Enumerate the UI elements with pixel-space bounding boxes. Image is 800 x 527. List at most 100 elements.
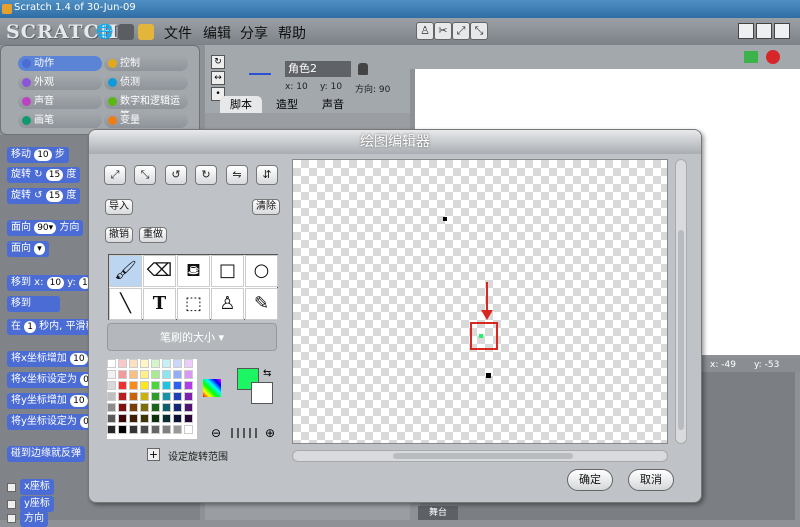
save-icon[interactable] [118, 24, 134, 40]
color-swatch[interactable] [184, 403, 193, 412]
block-dropdown[interactable]: ▾ [34, 243, 45, 255]
set-x-block[interactable]: 将x坐标设定为 0 [7, 372, 96, 388]
color-swatch[interactable] [151, 370, 160, 379]
color-swatch[interactable] [107, 392, 116, 401]
color-swatch[interactable] [129, 381, 138, 390]
color-swatch[interactable] [184, 414, 193, 423]
color-swatch[interactable] [162, 392, 171, 401]
color-swatch[interactable] [184, 381, 193, 390]
menu-share[interactable]: 分享 [240, 23, 268, 43]
bounce-block[interactable]: 碰到边缘就反弹 [7, 446, 85, 462]
x-position-reporter[interactable]: x座标 [20, 479, 54, 495]
turn-right-block[interactable]: 旋转 ↻ 15 度 [7, 167, 81, 183]
change-x-block[interactable]: 将x坐标增加 10 [7, 351, 92, 367]
color-swatch[interactable] [173, 425, 182, 434]
color-swatch[interactable] [129, 370, 138, 379]
color-swatch[interactable] [173, 414, 182, 423]
block-number-input[interactable]: 1 [24, 321, 36, 333]
shrink-icon[interactable]: ⤡ [470, 22, 488, 40]
color-palette[interactable] [107, 359, 197, 439]
share-project-icon[interactable] [138, 24, 154, 40]
block-number-input[interactable]: 15 [45, 169, 64, 181]
background-color-swatch[interactable] [251, 382, 273, 404]
line-icon[interactable]: ╲ [109, 288, 142, 320]
presentation-mode-icon[interactable] [774, 23, 790, 39]
color-swatch[interactable] [151, 359, 160, 368]
color-swatch[interactable] [173, 370, 182, 379]
direction-checkbox[interactable] [7, 514, 16, 523]
text-tool-icon[interactable]: T [143, 288, 176, 320]
color-swatch[interactable] [151, 392, 160, 401]
color-swatch[interactable] [118, 414, 127, 423]
delete-scissors-icon[interactable]: ✂ [434, 22, 452, 40]
color-swatch[interactable] [173, 403, 182, 412]
rotate-cw-icon[interactable]: ↻ [195, 165, 217, 185]
color-swatch[interactable] [140, 403, 149, 412]
goto-sprite-block[interactable]: 移到 [7, 296, 61, 312]
canvas-vertical-scrollbar[interactable] [675, 159, 687, 444]
category-motion[interactable]: 动作 [18, 56, 102, 71]
color-swatch[interactable] [151, 414, 160, 423]
color-swatch[interactable] [118, 425, 127, 434]
point-direction-block[interactable]: 面向 90▾ 方向 [7, 220, 84, 236]
category-operators[interactable]: 数字和逻辑运算 [104, 94, 188, 122]
color-spectrum-icon[interactable] [203, 379, 221, 397]
grow-canvas-icon[interactable]: ⤢ [104, 165, 126, 185]
stop-sign-icon[interactable] [766, 50, 780, 64]
category-pen[interactable]: 画笔 [18, 113, 102, 128]
tab-sounds[interactable]: 声音 [312, 96, 354, 113]
shrink-canvas-icon[interactable]: ⤡ [134, 165, 156, 185]
category-looks[interactable]: 外观 [18, 75, 102, 90]
color-swatch[interactable] [184, 359, 193, 368]
zoom-out-icon[interactable]: ⊖ [211, 426, 221, 440]
ypos-checkbox[interactable] [7, 500, 16, 509]
point-towards-block[interactable]: 面向 ▾ [7, 241, 49, 257]
menu-help[interactable]: 帮助 [278, 23, 306, 43]
category-variables[interactable]: 变量 [104, 113, 188, 128]
block-dropdown[interactable]: 90▾ [34, 222, 57, 234]
grow-icon[interactable]: ⤢ [452, 22, 470, 40]
menu-file[interactable]: 文件 [164, 23, 192, 43]
color-swatch[interactable] [162, 403, 171, 412]
color-swatch[interactable] [140, 370, 149, 379]
color-swatch[interactable] [118, 392, 127, 401]
ellipse-icon[interactable]: ○ [245, 255, 278, 287]
color-swatch[interactable] [107, 359, 116, 368]
tab-costumes[interactable]: 造型 [266, 96, 308, 113]
select-icon[interactable]: ⬚ [177, 288, 210, 320]
move-steps-block[interactable]: 移动 10 步 [7, 147, 69, 163]
color-swatch[interactable] [162, 381, 171, 390]
color-swatch[interactable] [107, 403, 116, 412]
rotate-ccw-icon[interactable]: ↺ [165, 165, 187, 185]
color-swatch[interactable] [107, 370, 116, 379]
set-rotation-center-icon[interactable]: + [147, 448, 160, 461]
color-swatch[interactable] [129, 425, 138, 434]
scrollbar-thumb[interactable] [393, 453, 573, 459]
color-swatch[interactable] [184, 370, 193, 379]
block-number-input[interactable]: 10 [70, 395, 88, 407]
block-number-input[interactable]: 10 [70, 353, 88, 365]
undo-button[interactable]: 撤销 [105, 227, 133, 243]
color-swatch[interactable] [118, 359, 127, 368]
turn-left-block[interactable]: 旋转 ↺ 15 度 [7, 188, 81, 204]
rectangle-icon[interactable]: □ [211, 255, 244, 287]
color-swatch[interactable] [184, 425, 193, 434]
paintbrush-icon[interactable]: 🖌 [109, 255, 142, 287]
clear-button[interactable]: 清除 [252, 199, 280, 215]
color-swatch[interactable] [151, 381, 160, 390]
color-swatch[interactable] [162, 370, 171, 379]
menu-edit[interactable]: 编辑 [203, 23, 231, 43]
flip-style-icon[interactable]: ↔ [211, 71, 225, 85]
stamp-icon[interactable]: ♙ [211, 288, 244, 320]
stage-thumbnail-label[interactable]: 舞台 [418, 506, 458, 520]
color-swatch[interactable] [173, 392, 182, 401]
color-swatch[interactable] [118, 370, 127, 379]
color-swatch[interactable] [140, 359, 149, 368]
eyedropper-icon[interactable]: ✎ [245, 288, 278, 320]
brush-size-selector[interactable]: 笔刷的大小 ▾ [107, 323, 277, 351]
color-swatch[interactable] [184, 392, 193, 401]
zoom-level-icon[interactable] [231, 428, 259, 438]
set-rotation-center-label[interactable]: 设定旋转范围 [168, 448, 228, 463]
block-number-input[interactable]: 15 [45, 190, 64, 202]
block-number-input[interactable]: 10 [46, 277, 65, 289]
